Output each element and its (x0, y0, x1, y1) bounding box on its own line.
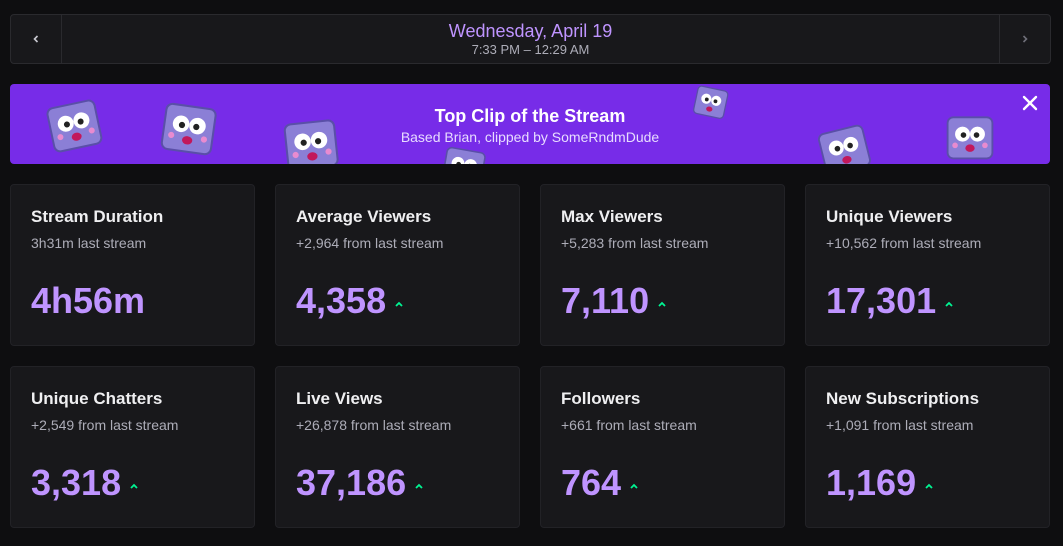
stat-card: Max Viewers +5,283 from last stream 7,110 (540, 184, 785, 346)
stat-value: 764 (561, 462, 622, 503)
date-navigation: Wednesday, April 19 7:33 PM – 12:29 AM (10, 14, 1051, 64)
stream-time-range: 7:33 PM – 12:29 AM (471, 42, 590, 57)
stat-value-row: 7,110 (561, 279, 667, 323)
stat-value-row: 17,301 (826, 279, 954, 323)
stat-value: 7,110 (561, 280, 650, 321)
stat-title: Unique Chatters (31, 389, 163, 408)
stat-card: Unique Chatters +2,549 from last stream 3,… (10, 366, 255, 528)
clip-banner-subtitle: Based Brian, clipped by SomeRndmDude (400, 129, 660, 145)
stat-title: New Subscriptions (826, 389, 980, 408)
stat-comparison: +2,964 from last stream (296, 235, 444, 251)
stat-card: Unique Viewers +10,562 from last stream 17… (805, 184, 1050, 346)
stat-comparison: 3h31m last stream (31, 235, 147, 251)
arrow-up-icon (658, 301, 666, 307)
stat-value-row: 4h56m (31, 279, 145, 323)
stat-card: New Subscriptions +1,091 from last stream… (805, 366, 1050, 528)
stat-title: Unique Viewers (826, 207, 953, 226)
stat-value: 4,358 (296, 280, 387, 321)
stat-comparison: +26,878 from last stream (296, 417, 452, 433)
stat-comparison: +2,549 from last stream (31, 417, 179, 433)
stat-card: Live Views +26,878 from last stream 37,186 (275, 366, 520, 528)
stat-value-row: 764 (561, 461, 639, 505)
arrow-up-icon (395, 301, 403, 307)
stat-card: Average Viewers +2,964 from last stream 4,… (275, 184, 520, 346)
stat-value: 4h56m (31, 280, 146, 321)
stat-value-row: 37,186 (296, 461, 424, 505)
arrow-up-icon (630, 483, 638, 489)
stat-value: 3,318 (31, 462, 122, 503)
stat-value: 17,301 (826, 280, 937, 321)
stat-value-row: 1,169 (826, 461, 934, 505)
stat-comparison: +5,283 from last stream (561, 235, 709, 251)
arrow-up-icon (130, 483, 138, 489)
stat-card: Followers +661 from last stream 764 (540, 366, 785, 528)
stat-title: Max Viewers (561, 207, 663, 226)
stat-comparison: +10,562 from last stream (826, 235, 982, 251)
previous-stream-button[interactable] (11, 15, 62, 63)
chevron-right-icon (1022, 35, 1028, 43)
next-stream-button[interactable] (999, 15, 1050, 63)
arrow-up-icon (415, 483, 423, 489)
stream-date-display: Wednesday, April 19 7:33 PM – 12:29 AM (61, 15, 1000, 63)
stat-title: Stream Duration (31, 207, 164, 226)
arrow-up-icon (925, 483, 933, 489)
stat-value: 37,186 (296, 462, 407, 503)
close-icon[interactable] (1020, 93, 1040, 113)
clip-info: Top Clip of the Stream Based Brian, clip… (10, 104, 1050, 146)
arrow-up-icon (945, 301, 953, 307)
stat-value: 1,169 (826, 462, 917, 503)
stat-title: Average Viewers (296, 207, 432, 226)
chevron-left-icon (33, 35, 39, 43)
stat-card: Stream Duration 3h31m last stream 4h56m (10, 184, 255, 346)
clip-banner-title: Top Clip of the Stream (434, 106, 626, 126)
top-clip-banner[interactable]: Top Clip of the Stream Based Brian, clip… (10, 84, 1050, 164)
stat-comparison: +1,091 from last stream (826, 417, 974, 433)
stream-date: Wednesday, April 19 (448, 21, 613, 41)
stat-comparison: +661 from last stream (561, 417, 697, 433)
stat-title: Live Views (296, 389, 383, 408)
stat-value-row: 3,318 (31, 461, 139, 505)
stat-value-row: 4,358 (296, 279, 404, 323)
stat-title: Followers (561, 389, 641, 408)
